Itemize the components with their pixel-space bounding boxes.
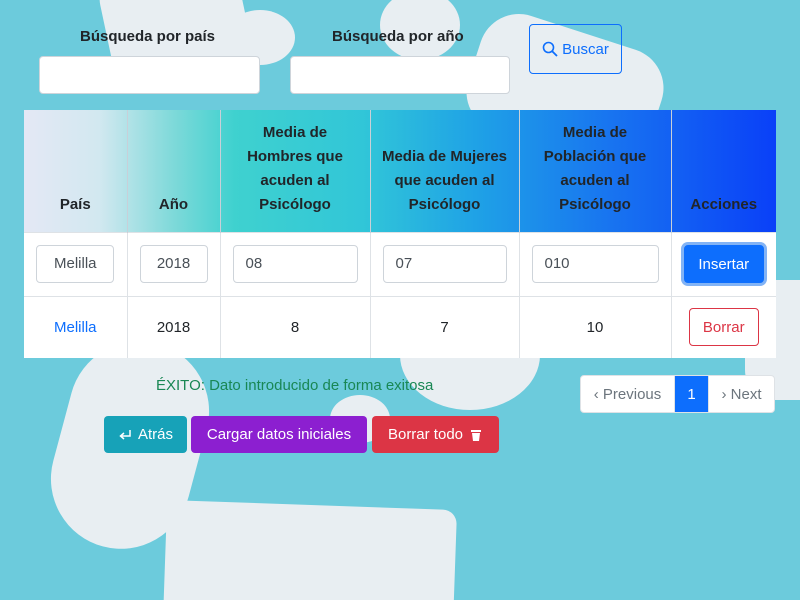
delete-all-button[interactable]: Borrar todo (372, 416, 499, 453)
country-search-label: Búsqueda por país (80, 28, 216, 45)
population-input[interactable]: 010 (531, 245, 659, 283)
header-country: País (24, 110, 128, 232)
insert-button[interactable]: Insertar (683, 245, 764, 283)
header-women: Media de Mujeres que acuden al Psicólogo (370, 110, 520, 232)
success-message: ÉXITO: Dato introducido de forma exitosa (156, 377, 434, 394)
country-input[interactable]: Melilla (36, 245, 115, 283)
search-button-label: Buscar (562, 40, 609, 58)
men-cell: 8 (220, 295, 371, 358)
pagination: ‹ Previous 1 › Next (580, 375, 775, 413)
delete-button[interactable]: Borrar (688, 308, 759, 347)
back-button[interactable]: Atrás (104, 416, 187, 453)
delete-all-label: Borrar todo (387, 426, 464, 443)
year-search-input[interactable] (290, 56, 510, 94)
search-icon (542, 41, 558, 57)
previous-page-button[interactable]: ‹ Previous (581, 376, 675, 412)
header-actions: Acciones (690, 195, 758, 213)
table-header-row: País Año Media de Hombres que acuden al … (24, 110, 776, 232)
return-arrow-icon (119, 429, 131, 440)
header-population: Media de Población que acuden al Psicólo… (519, 110, 672, 232)
women-input[interactable]: 07 (382, 245, 507, 283)
population-cell: 10 (519, 295, 672, 358)
back-button-label: Atrás (137, 426, 173, 443)
men-input[interactable]: 08 (232, 245, 358, 283)
page-1-button[interactable]: 1 (675, 376, 708, 412)
country-search-input[interactable] (39, 56, 260, 94)
table-row: Melilla 2018 8 7 10 Borrar (24, 295, 776, 358)
year-input[interactable]: 2018 (139, 245, 208, 283)
women-cell: 7 (370, 295, 520, 358)
year-search-label: Búsqueda por año (332, 28, 464, 45)
header-year: Año (127, 110, 221, 232)
next-page-button[interactable]: › Next (708, 376, 774, 412)
data-table: País Año Media de Hombres que acuden al … (24, 110, 776, 358)
header-men: Media de Hombres que acuden al Psicólogo (220, 110, 371, 232)
year-cell: 2018 (127, 295, 221, 358)
search-button[interactable]: Buscar (529, 24, 622, 74)
trash-icon (471, 429, 482, 441)
new-entry-row: Melilla 2018 08 07 010 Insertar (24, 231, 776, 296)
country-link[interactable]: Melilla (54, 319, 97, 336)
load-button-label: Cargar datos iniciales (206, 426, 352, 443)
load-initial-data-button[interactable]: Cargar datos iniciales (191, 416, 367, 453)
